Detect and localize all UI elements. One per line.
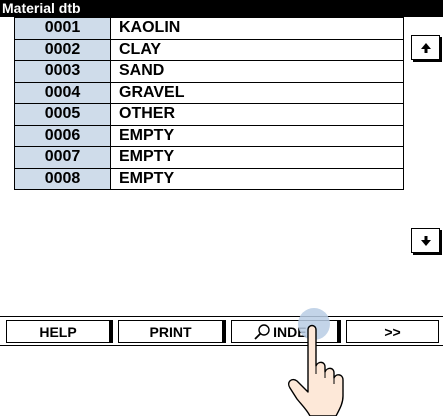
table-row[interactable]: 0006 EMPTY: [15, 125, 404, 147]
material-code: 0007: [15, 147, 111, 169]
table-row[interactable]: 0008 EMPTY: [15, 168, 404, 190]
table-row[interactable]: 0007 EMPTY: [15, 147, 404, 169]
material-code: 0002: [15, 39, 111, 61]
material-table: 0001 KAOLIN 0002 CLAY 0003 SAND 0004 GRA…: [14, 17, 404, 190]
table-row[interactable]: 0005 OTHER: [15, 104, 404, 126]
table-row[interactable]: 0001 KAOLIN: [15, 18, 404, 40]
scroll-down-button[interactable]: [411, 228, 440, 253]
material-name: SAND: [111, 61, 404, 83]
table-row[interactable]: 0004 GRAVEL: [15, 82, 404, 104]
bottom-toolbar: HELP PRINT INDEX >>: [0, 316, 443, 346]
material-database-screen: Material dtb 0001 KAOLIN 0002 CLAY 0003 …: [0, 0, 443, 346]
material-code: 0005: [15, 104, 111, 126]
scroll-up-button[interactable]: [411, 35, 440, 60]
table-row[interactable]: 0003 SAND: [15, 61, 404, 83]
title-bar: Material dtb: [0, 0, 443, 17]
material-name: KAOLIN: [111, 18, 404, 40]
material-code: 0001: [15, 18, 111, 40]
material-code: 0008: [15, 168, 111, 190]
material-code: 0003: [15, 61, 111, 83]
material-name: EMPTY: [111, 168, 404, 190]
material-name: EMPTY: [111, 147, 404, 169]
material-code: 0006: [15, 125, 111, 147]
table-row[interactable]: 0002 CLAY: [15, 39, 404, 61]
material-name: CLAY: [111, 39, 404, 61]
arrow-up-icon: [420, 42, 431, 53]
material-name: OTHER: [111, 104, 404, 126]
magnifier-icon: [254, 323, 270, 340]
arrow-down-icon: [420, 235, 431, 246]
material-code: 0004: [15, 82, 111, 104]
help-button[interactable]: HELP: [6, 320, 110, 343]
window-title: Material dtb: [2, 0, 81, 16]
material-name: GRAVEL: [111, 82, 404, 104]
print-button[interactable]: PRINT: [118, 320, 223, 343]
touch-hand-icon: [288, 308, 344, 416]
material-name: EMPTY: [111, 125, 404, 147]
